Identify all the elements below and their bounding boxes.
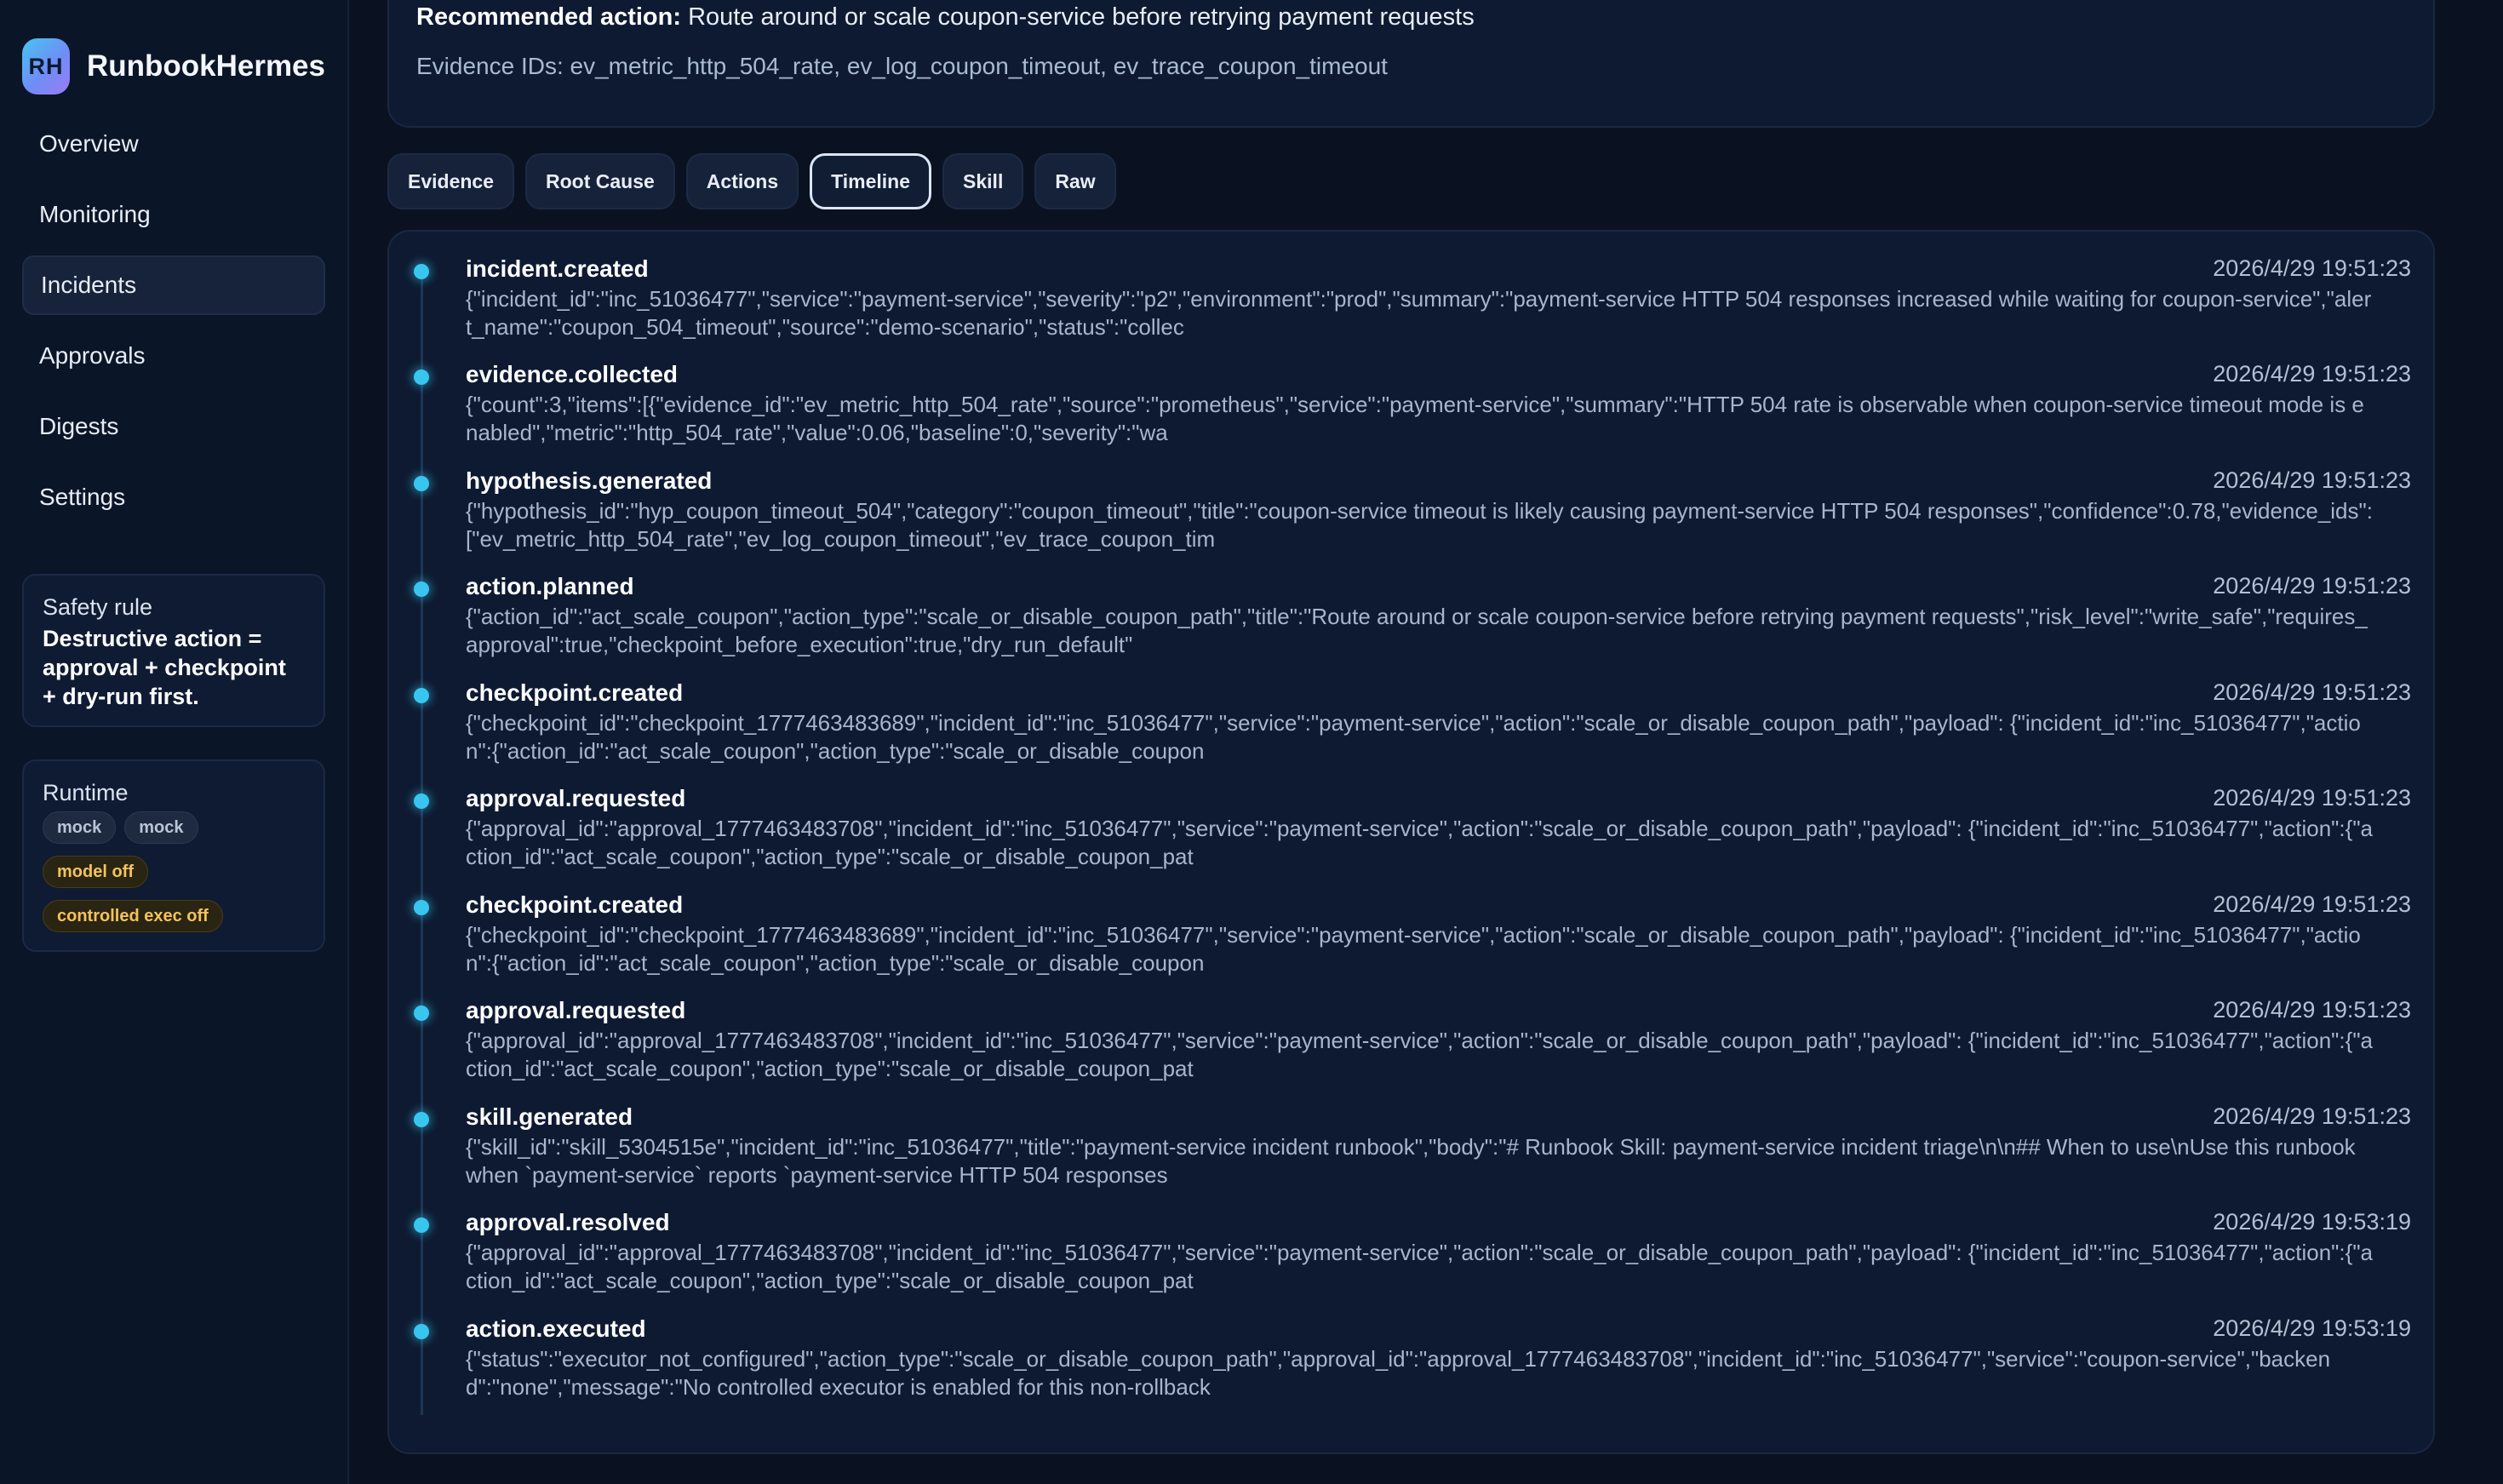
event-time: 2026/4/29 19:51:23 [2213, 785, 2411, 811]
event-payload: {"approval_id":"approval_1777463483708",… [466, 1028, 2373, 1081]
recommended-action: Recommended action: Route around or scal… [416, 3, 1475, 32]
event-time: 2026/4/29 19:51:23 [2213, 361, 2411, 387]
event-time: 2026/4/29 19:51:23 [2213, 255, 2411, 281]
event-payload: {"count":3,"items":[{"evidence_id":"ev_m… [466, 392, 2364, 445]
timeline-event: approval.requested 2026/4/29 19:51:23 {"… [389, 973, 2437, 1081]
event-payload: {"hypothesis_id":"hyp_coupon_timeout_504… [466, 498, 2373, 552]
event-name: approval.resolved [466, 1209, 670, 1235]
safety-rule-title: Safety rule [43, 594, 153, 620]
timeline-dot-icon [414, 1006, 429, 1021]
timeline-event: skill.generated 2026/4/29 19:51:23 {"ski… [389, 1080, 2437, 1188]
incident-summary-card: Recommended action: Route around or scal… [387, 0, 2435, 128]
event-time: 2026/4/29 19:51:23 [2213, 891, 2411, 917]
event-time: 2026/4/29 19:51:23 [2213, 467, 2411, 493]
runtime-badge: mock [124, 811, 198, 844]
sidebar-nav: Overview Monitoring Incidents Approvals … [22, 114, 325, 527]
event-name: incident.created [466, 255, 649, 282]
timeline-dot-icon [414, 582, 429, 597]
tab-evidence[interactable]: Evidence [387, 153, 514, 209]
runtime-pill-row: mock mock [43, 811, 305, 844]
brand-logo: RH [22, 38, 70, 95]
sidebar-item-digests[interactable]: Digests [22, 397, 325, 456]
event-name: evidence.collected [466, 361, 679, 387]
detail-tabs: Evidence Root Cause Actions Timeline Ski… [387, 153, 1116, 209]
timeline-dot-icon [414, 370, 429, 385]
event-payload: {"action_id":"act_scale_coupon","action_… [466, 604, 2368, 657]
event-time: 2026/4/29 19:53:19 [2213, 1315, 2411, 1341]
runtime-badge: mock [43, 811, 117, 844]
runtime-card: Runtime mock mock model off controlled e… [22, 759, 325, 952]
model-status-badge: model off [43, 856, 148, 888]
timeline-dot-icon [414, 794, 429, 809]
sidebar-item-monitoring[interactable]: Monitoring [22, 185, 325, 244]
timeline-dot-icon [414, 1218, 429, 1233]
timeline-card: incident.created 2026/4/29 19:51:23 {"in… [387, 230, 2435, 1454]
event-name: approval.requested [466, 997, 686, 1023]
evidence-ids: Evidence IDs: ev_metric_http_504_rate, e… [416, 53, 1388, 79]
brand[interactable]: RH RunbookHermes [22, 37, 325, 95]
event-name: checkpoint.created [466, 891, 684, 918]
event-name: action.planned [466, 573, 634, 599]
sidebar-item-approvals[interactable]: Approvals [22, 326, 325, 386]
event-payload: {"skill_id":"skill_5304515e","incident_i… [466, 1134, 2356, 1188]
event-payload: {"approval_id":"approval_1777463483708",… [466, 1240, 2373, 1293]
timeline-event: action.planned 2026/4/29 19:51:23 {"acti… [389, 549, 2437, 657]
timeline-event: approval.requested 2026/4/29 19:51:23 {"… [389, 761, 2437, 869]
event-time: 2026/4/29 19:51:23 [2213, 679, 2411, 705]
timeline-event: checkpoint.created 2026/4/29 19:51:23 {"… [389, 656, 2437, 764]
runtime-pill-row: controlled exec off [43, 900, 305, 932]
timeline-event: action.executed 2026/4/29 19:53:19 {"sta… [389, 1292, 2437, 1400]
tab-timeline[interactable]: Timeline [810, 153, 932, 209]
tab-actions[interactable]: Actions [685, 153, 799, 209]
sidebar: RH RunbookHermes Overview Monitoring Inc… [0, 0, 349, 1484]
safety-rule-card: Safety rule Destructive action = approva… [22, 574, 325, 727]
event-name: skill.generated [466, 1103, 633, 1130]
timeline-dot-icon [414, 900, 429, 915]
runtime-pill-row: model off [43, 856, 305, 888]
event-name: action.executed [466, 1315, 646, 1342]
timeline-event: hypothesis.generated 2026/4/29 19:51:23 … [389, 444, 2437, 552]
event-name: approval.requested [466, 785, 686, 811]
timeline-dot-icon [414, 688, 429, 703]
event-payload: {"approval_id":"approval_1777463483708",… [466, 816, 2373, 869]
event-payload: {"checkpoint_id":"checkpoint_17774634836… [466, 922, 2361, 976]
sidebar-item-overview[interactable]: Overview [22, 114, 325, 174]
event-name: hypothesis.generated [466, 467, 713, 494]
exec-status-badge: controlled exec off [43, 900, 223, 932]
timeline-event: checkpoint.created 2026/4/29 19:51:23 {"… [389, 868, 2437, 976]
event-time: 2026/4/29 19:51:23 [2213, 997, 2411, 1023]
tab-skill[interactable]: Skill [942, 153, 1024, 209]
timeline-event: incident.created 2026/4/29 19:51:23 {"in… [389, 232, 2437, 340]
recommended-action-label: Recommended action: [416, 3, 681, 31]
timeline-dot-icon [414, 1112, 429, 1127]
sidebar-item-incidents[interactable]: Incidents [22, 255, 325, 315]
safety-rule-text: Destructive action = approval + checkpoi… [43, 626, 286, 709]
event-time: 2026/4/29 19:51:23 [2213, 1103, 2411, 1129]
timeline-event: evidence.collected 2026/4/29 19:51:23 {"… [389, 337, 2437, 445]
timeline-dot-icon [414, 1324, 429, 1339]
sidebar-item-settings[interactable]: Settings [22, 467, 325, 527]
tab-root-cause[interactable]: Root Cause [525, 153, 675, 209]
event-payload: {"checkpoint_id":"checkpoint_17774634836… [466, 710, 2361, 764]
event-payload: {"incident_id":"inc_51036477","service":… [466, 286, 2372, 340]
event-time: 2026/4/29 19:51:23 [2213, 573, 2411, 599]
recommended-action-text: Route around or scale coupon-service bef… [688, 3, 1475, 31]
timeline-dot-icon [414, 264, 429, 279]
runtime-title: Runtime [43, 780, 129, 805]
timeline-event: approval.resolved 2026/4/29 19:53:19 {"a… [389, 1185, 2437, 1293]
timeline-dot-icon [414, 476, 429, 491]
event-payload: {"status":"executor_not_configured","act… [466, 1346, 2331, 1400]
brand-name: RunbookHermes [86, 49, 325, 83]
tab-raw[interactable]: Raw [1034, 153, 1116, 209]
event-time: 2026/4/29 19:53:19 [2213, 1209, 2411, 1235]
event-name: checkpoint.created [466, 679, 684, 706]
